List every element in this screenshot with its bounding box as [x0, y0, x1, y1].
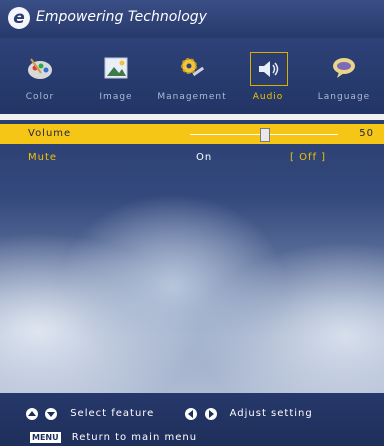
return-menu-text: Return to main menu [71, 432, 198, 443]
volume-row[interactable]: Volume 50 [0, 124, 384, 144]
arrow-left-icon [185, 407, 198, 420]
tab-label: Audio [252, 92, 284, 102]
tab-label: Language [317, 92, 371, 102]
volume-slider-thumb[interactable] [260, 128, 270, 142]
speech-bubble-icon [326, 52, 362, 84]
arrow-up-icon [26, 407, 38, 420]
tab-image[interactable]: Image [78, 46, 154, 110]
help-line-select: Select feature Adjust setting [26, 403, 313, 420]
tab-label: Management [157, 92, 227, 102]
color-palette-icon [22, 52, 58, 84]
brand-logo: e [8, 7, 30, 29]
settings-panel: Volume 50 Mute On [ Off ] [0, 114, 384, 393]
help-line-menu: MENU Return to main menu [30, 427, 197, 443]
tab-language[interactable]: Language [306, 46, 382, 110]
select-feature-text: Select feature [70, 408, 155, 419]
panel-divider [0, 114, 384, 120]
menu-tabs: Color Image Management Audio Language [0, 38, 384, 114]
mute-option-off[interactable]: [ Off ] [290, 152, 326, 163]
mute-option-on[interactable]: On [196, 152, 212, 163]
volume-label: Volume [28, 128, 72, 139]
title-bar: e Empowering Technology [0, 0, 384, 38]
tab-color[interactable]: Color [2, 46, 78, 110]
gear-tools-icon [174, 52, 210, 84]
speaker-icon [250, 52, 288, 86]
help-bar: Select feature Adjust setting MENU Retur… [0, 393, 384, 446]
mute-label: Mute [28, 152, 58, 163]
arrow-down-icon [45, 407, 58, 420]
tab-management[interactable]: Management [154, 46, 230, 110]
osd-menu: e Empowering Technology Color Image Mana… [0, 0, 384, 446]
arrow-right-icon [204, 407, 217, 420]
tab-label: Color [25, 92, 55, 102]
mute-row[interactable]: Mute On [ Off ] [0, 150, 384, 170]
image-picture-icon [98, 52, 134, 84]
menu-key-icon: MENU [30, 432, 61, 443]
volume-value: 50 [359, 128, 374, 139]
tab-label: Image [99, 92, 133, 102]
tab-audio[interactable]: Audio [230, 46, 306, 110]
adjust-setting-text: Adjust setting [229, 408, 313, 419]
brand-title: Empowering Technology [36, 9, 207, 25]
